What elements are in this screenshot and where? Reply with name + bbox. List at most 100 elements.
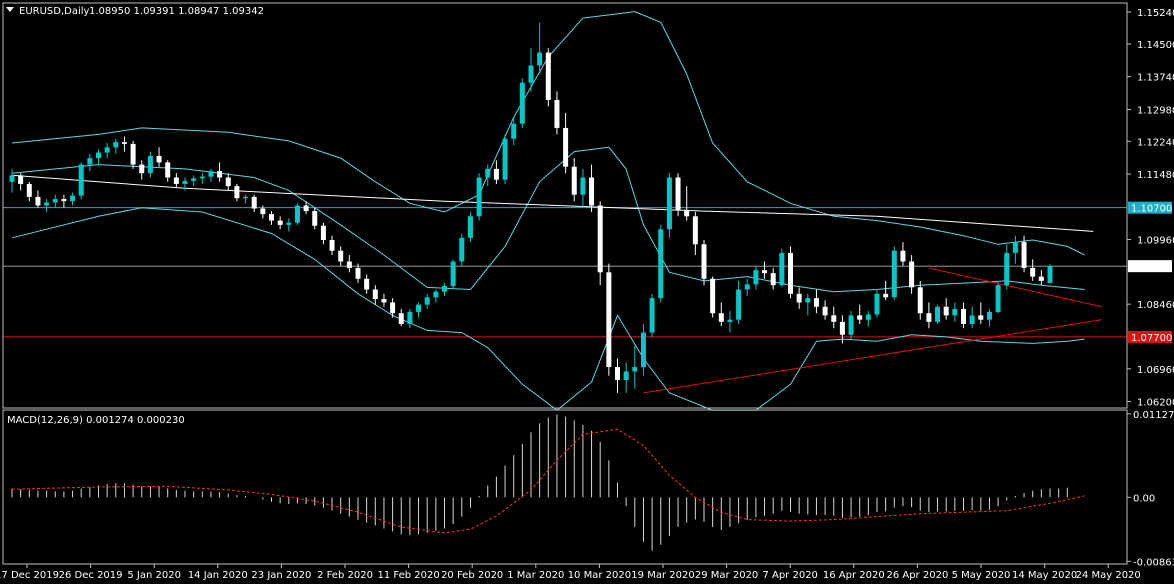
candle-body	[260, 208, 266, 215]
chart-canvas: EURUSD,Daily 1.08950 1.09391 1.08947 1.0…	[0, 0, 1174, 584]
candle-body	[857, 315, 863, 320]
candle-body	[96, 152, 101, 159]
current-price-tag-label: 1.09342	[1131, 262, 1172, 273]
bull-candle	[935, 304, 941, 324]
candle-body	[926, 313, 932, 322]
candle-body	[770, 273, 776, 286]
symbol-title: EURUSD,Daily	[19, 6, 90, 17]
candle-body	[796, 293, 802, 303]
candle-body	[346, 261, 352, 268]
candle-body	[139, 164, 145, 174]
price-tick-label: 1.15240	[1137, 8, 1174, 19]
candle-body	[113, 142, 119, 148]
candle-body	[87, 158, 93, 165]
candle-body	[900, 250, 906, 262]
candle-body	[1047, 266, 1053, 284]
candle-body	[986, 311, 992, 320]
candle-body	[1038, 276, 1044, 281]
price-tick-label: 1.13740	[1137, 73, 1174, 84]
bear-candle	[710, 276, 716, 318]
candle-body	[182, 180, 188, 184]
bull-candle	[1047, 264, 1053, 284]
bull-candle	[467, 211, 473, 243]
candle-body	[788, 252, 793, 294]
candle-body	[891, 250, 897, 298]
candle-body	[727, 319, 733, 322]
candle-body	[831, 315, 837, 322]
date-tick-label: 20 Feb 2020	[441, 570, 503, 581]
candle-body	[485, 168, 491, 178]
candle-body	[61, 199, 67, 202]
bull-candle	[779, 248, 785, 288]
date-tick-label: 10 Mar 2020	[568, 570, 631, 581]
candle-body	[684, 209, 690, 217]
macd-tick-label: 0.00	[1133, 493, 1155, 504]
bear-candle	[788, 246, 793, 299]
candle-body	[156, 155, 162, 163]
candle-body	[692, 216, 698, 245]
candle-body	[528, 65, 534, 83]
bull-candle	[649, 293, 655, 337]
candle-body	[199, 176, 205, 179]
candle-body	[269, 214, 274, 221]
candle-body	[442, 286, 447, 292]
bull-candle	[476, 173, 482, 221]
candle-body	[640, 332, 646, 368]
candle-body	[450, 261, 456, 287]
candle-body	[416, 304, 422, 312]
candle-body	[943, 306, 949, 316]
candle-body	[121, 142, 127, 144]
candle-body	[234, 186, 240, 199]
candle-body	[398, 313, 404, 324]
candle-body	[52, 199, 58, 203]
candle-body	[580, 177, 586, 195]
candle-body	[372, 289, 378, 299]
candle-body	[978, 315, 984, 320]
candle-body	[571, 166, 577, 195]
candle-body	[355, 267, 361, 279]
candle-body	[589, 177, 595, 206]
candle-body	[225, 177, 231, 187]
candle-body	[78, 164, 84, 196]
candle-body	[675, 177, 681, 210]
candle-body	[701, 244, 707, 279]
date-tick-label: 23 Jan 2020	[251, 570, 311, 581]
candle-body	[390, 302, 396, 314]
candle-body	[26, 183, 32, 197]
price-tick-label: 1.12980	[1137, 105, 1174, 116]
price-tick-label: 1.14500	[1137, 40, 1174, 51]
candle-body	[753, 270, 759, 285]
bull-candle	[666, 173, 672, 238]
candle-body	[805, 298, 811, 303]
candle-body	[649, 298, 655, 333]
bull-candle	[519, 78, 525, 128]
candle-body	[952, 308, 958, 316]
candle-body	[364, 278, 370, 290]
bull-candle	[891, 246, 897, 301]
candle-body	[502, 138, 508, 180]
candle-body	[718, 313, 724, 322]
bull-candle	[459, 233, 465, 266]
bull-candle	[995, 280, 1001, 314]
candle-body	[1021, 242, 1027, 268]
ohlc-values: 1.08950 1.09391 1.08947 1.09342	[89, 6, 264, 17]
bull-candle	[78, 162, 84, 200]
candle-body	[9, 175, 15, 182]
candle-body	[632, 367, 638, 372]
candle-body	[822, 306, 828, 316]
candle-body	[545, 52, 551, 100]
candle-body	[666, 177, 672, 230]
date-tick-label: 16 Apr 2020	[823, 570, 885, 581]
candle-body	[597, 205, 603, 273]
price-tick-label: 1.06960	[1137, 365, 1174, 376]
bear-candle	[675, 173, 681, 217]
level-price-tag-label: 1.10700	[1131, 204, 1172, 215]
price-tick-label: 1.09960	[1137, 236, 1174, 247]
bull-candle	[450, 259, 456, 290]
candle-body	[294, 205, 300, 223]
candle-body	[1012, 242, 1018, 253]
candle-body	[286, 222, 292, 225]
candle-body	[329, 239, 335, 251]
bull-candle	[294, 203, 300, 225]
bull-candle	[502, 134, 508, 184]
